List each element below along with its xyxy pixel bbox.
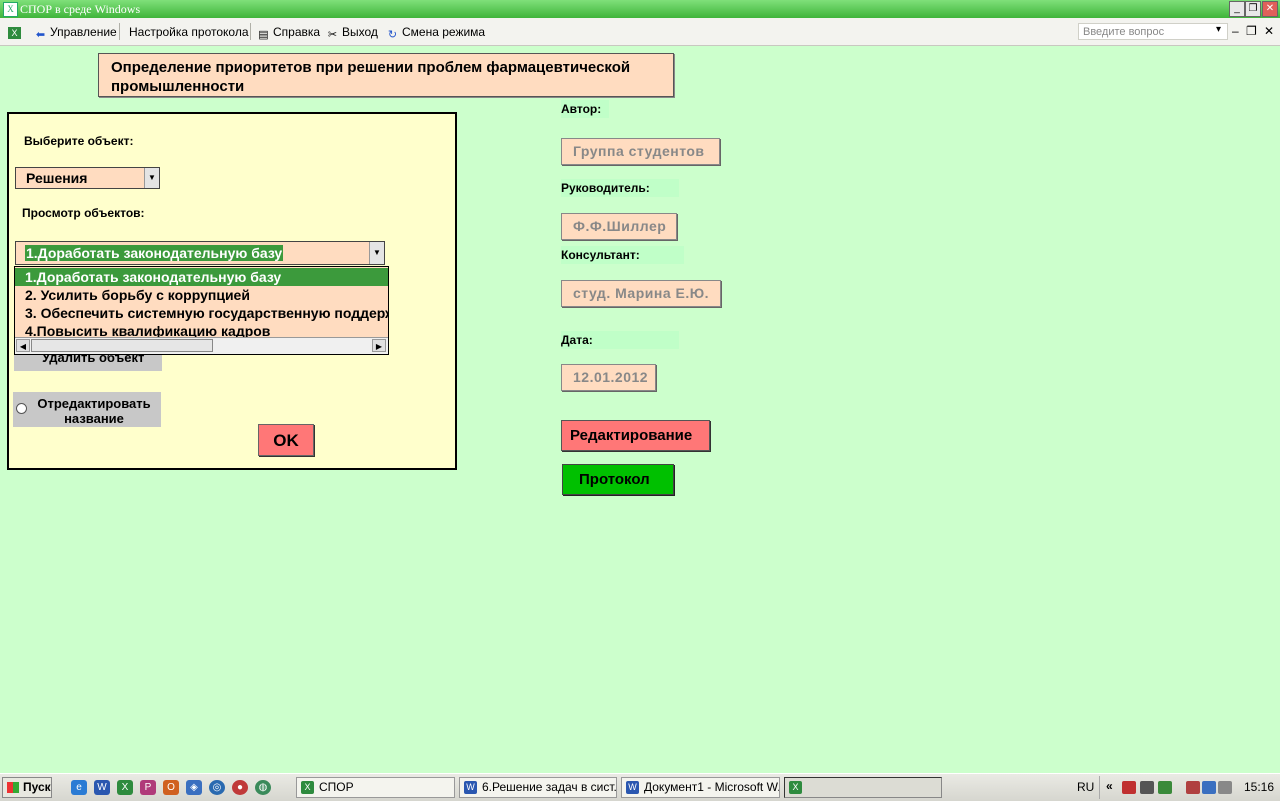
consultant-value-button[interactable]: студ. Марина Е.Ю. xyxy=(561,280,721,307)
word-icon[interactable]: W xyxy=(94,780,110,795)
title-bar: X СПОР в среде Windows _ ❐ ✕ xyxy=(0,0,1280,18)
rename-radio[interactable] xyxy=(16,403,27,414)
excel-icon: X xyxy=(789,781,802,794)
horizontal-scrollbar[interactable]: ◀ ▶ xyxy=(15,337,388,354)
scroll-left-icon[interactable]: ◀ xyxy=(16,339,30,352)
media-icon[interactable]: ● xyxy=(232,780,248,795)
excel-icon[interactable]: X xyxy=(8,23,24,39)
ie-icon[interactable]: e xyxy=(71,780,87,795)
task-spor[interactable]: X СПОР xyxy=(296,777,455,798)
word-icon: W xyxy=(626,781,639,794)
exit-icon: ✂ xyxy=(327,29,338,41)
date-label: Дата: xyxy=(561,331,679,349)
task-word-doc-1[interactable]: W 6.Решение задач в сист... xyxy=(459,777,617,798)
network-icon[interactable]: ◍ xyxy=(255,780,271,795)
update-icon[interactable] xyxy=(1158,781,1172,794)
edit-button[interactable]: Редактирование xyxy=(561,420,710,451)
chevron-down-icon[interactable]: ▼ xyxy=(144,168,159,188)
close-button[interactable]: ✕ xyxy=(1262,1,1278,17)
doc-close-button[interactable]: ✕ xyxy=(1264,24,1274,38)
scroll-right-icon[interactable]: ▶ xyxy=(372,339,386,352)
protocol-button[interactable]: Протокол xyxy=(562,464,674,495)
system-tray: « 15:16 xyxy=(1099,776,1280,799)
object-dropdown-list: 1.Доработать законодательную базу 2. Уси… xyxy=(14,266,389,355)
refresh-icon: ↻ xyxy=(387,29,398,41)
windows-logo-icon xyxy=(7,782,19,793)
menu-separator xyxy=(250,23,251,40)
security-icon[interactable] xyxy=(1186,781,1200,794)
author-value-button[interactable]: Группа студентов xyxy=(561,138,720,165)
ask-dropdown-icon[interactable]: ▾ xyxy=(1216,24,1221,35)
minimize-button[interactable]: _ xyxy=(1229,1,1245,17)
shield-icon[interactable]: ◈ xyxy=(186,780,202,795)
scroll-thumb[interactable] xyxy=(31,339,213,352)
menu-switch-mode[interactable]: ↻ Смена режима xyxy=(386,25,485,41)
list-item[interactable]: 3. Обеспечить системную государственную … xyxy=(15,304,388,322)
antivirus-icon[interactable] xyxy=(1122,781,1136,794)
word-icon: W xyxy=(464,781,477,794)
tray-expand-icon[interactable]: « xyxy=(1106,779,1113,793)
app-icon: X xyxy=(3,2,18,17)
excel-icon[interactable]: X xyxy=(117,780,133,795)
window-title: СПОР в среде Windows xyxy=(20,2,141,16)
clock: 15:16 xyxy=(1244,780,1275,794)
supervisor-value-button[interactable]: Ф.Ф.Шиллер xyxy=(561,213,677,240)
object-type-select[interactable]: Решения ▼ xyxy=(15,167,160,189)
menu-bar: X ⬅ Управление Настройка протокола ▤ Справ… xyxy=(0,18,1280,46)
language-indicator[interactable]: RU xyxy=(1077,780,1094,794)
consultant-label: Консультант: xyxy=(561,246,684,264)
menu-separator xyxy=(119,23,120,40)
list-item[interactable]: 2. Усилить борьбу с коррупцией xyxy=(15,286,388,304)
taskbar: Пуск e W X P O ◈ ◎ ● ◍ X СПОР W 6.Решени… xyxy=(0,773,1280,801)
view-objects-label: Просмотр объектов: xyxy=(22,206,145,220)
list-item[interactable]: 1.Доработать законодательную базу xyxy=(15,268,388,286)
menu-manage[interactable]: ⬅ Управление xyxy=(34,25,117,41)
chevron-down-icon[interactable]: ▼ xyxy=(369,242,384,264)
select-object-label: Выберите объект: xyxy=(24,134,134,148)
menu-help[interactable]: ▤ Справка xyxy=(257,25,320,41)
menu-protocol-settings[interactable]: Настройка протокола xyxy=(129,25,249,39)
menu-exit[interactable]: ✂ Выход xyxy=(326,25,378,41)
book-icon: ▤ xyxy=(258,29,269,41)
doc-minimize-button[interactable]: – xyxy=(1232,24,1239,38)
arrow-back-icon: ⬅ xyxy=(35,29,46,41)
task-excel-active[interactable]: X xyxy=(784,777,942,798)
supervisor-label: Руководитель: xyxy=(561,179,679,197)
display-icon[interactable] xyxy=(1140,781,1154,794)
start-button[interactable]: Пуск xyxy=(2,777,52,798)
task-word-doc-2[interactable]: W Документ1 - Microsoft W... xyxy=(621,777,780,798)
globe-icon[interactable]: ◎ xyxy=(209,780,225,795)
ask-question-input[interactable]: Введите вопрос xyxy=(1078,23,1228,40)
excel-icon: X xyxy=(301,781,314,794)
powerpoint-icon[interactable]: P xyxy=(140,780,156,795)
ok-button[interactable]: OK xyxy=(258,424,314,456)
view-object-select[interactable]: 1.Доработать законодательную базу ▼ xyxy=(15,241,385,265)
doc-restore-button[interactable]: ❐ xyxy=(1246,24,1257,38)
date-value-button[interactable]: 12.01.2012 xyxy=(561,364,656,391)
network-icon[interactable] xyxy=(1202,781,1216,794)
option-rename-object[interactable]: Отредактировать название xyxy=(13,392,161,427)
author-label: Автор: xyxy=(561,100,609,118)
volume-icon[interactable] xyxy=(1218,781,1232,794)
maximize-button[interactable]: ❐ xyxy=(1245,1,1261,17)
page-title: Определение приоритетов при решении проб… xyxy=(98,53,674,97)
outlook-icon[interactable]: O xyxy=(163,780,179,795)
